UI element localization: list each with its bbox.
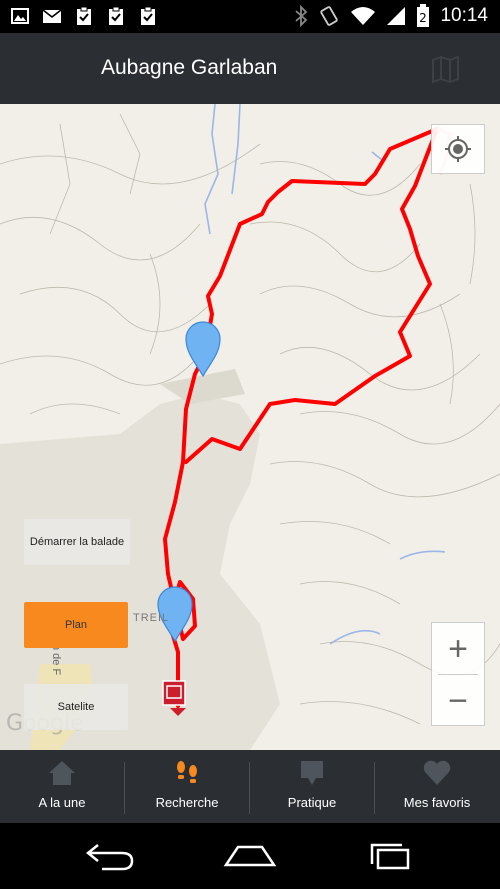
system-nav-bar	[0, 823, 500, 889]
tab-label: Pratique	[287, 795, 337, 810]
road-label: n de F	[50, 644, 62, 676]
tab-recherche[interactable]: Recherche	[125, 750, 249, 823]
mail-icon	[42, 9, 62, 23]
home-icon	[49, 761, 75, 785]
signal-icon	[387, 7, 406, 25]
map-icon[interactable]	[430, 53, 462, 85]
tab-label: Mes favoris	[403, 795, 471, 810]
map-view[interactable]: TREIL n de F Google + − Démarrer la bala…	[0, 104, 500, 750]
zoom-controls: + −	[431, 622, 485, 726]
place-label: TREIL	[133, 612, 170, 624]
back-icon[interactable]	[82, 841, 138, 871]
vibrate-icon	[320, 6, 339, 26]
heart-icon	[423, 760, 451, 785]
clipboard-check-icon	[109, 6, 123, 25]
image-icon	[11, 8, 29, 24]
zoom-in-button[interactable]: +	[432, 623, 484, 675]
clipboard-check-icon	[77, 6, 91, 25]
satellite-button[interactable]: Satelite	[24, 684, 128, 730]
plan-button[interactable]: Plan	[24, 602, 128, 648]
page-title: Aubagne Garlaban	[101, 56, 278, 79]
my-location-icon	[445, 136, 471, 162]
tab-pratique[interactable]: Pratique	[250, 750, 374, 823]
home-icon[interactable]	[222, 841, 278, 871]
bluetooth-icon	[295, 5, 308, 27]
status-bar: 2 10:14	[0, 0, 500, 33]
bottom-tab-bar: A la une Recherche Pratique Mes favoris	[0, 750, 500, 823]
battery-icon: 2	[417, 4, 430, 27]
clipboard-check-icon	[141, 6, 155, 25]
app-bar: Aubagne Garlaban	[0, 33, 500, 104]
wifi-icon	[351, 7, 376, 25]
recent-apps-icon[interactable]	[362, 841, 418, 871]
svg-text:2: 2	[420, 11, 428, 25]
tab-label: A la une	[38, 795, 86, 810]
my-location-button[interactable]	[431, 124, 485, 174]
status-time: 10:14	[440, 5, 488, 26]
waypoint-marker[interactable]	[185, 321, 221, 378]
footprints-icon	[177, 761, 197, 783]
speech-bubble-icon	[301, 761, 323, 785]
tab-label: Recherche	[155, 795, 219, 810]
tab-mes-favoris[interactable]: Mes favoris	[375, 750, 499, 823]
start-walk-button[interactable]: Démarrer la balade	[24, 519, 130, 565]
map-canvas[interactable]	[0, 104, 500, 750]
zoom-divider	[438, 674, 478, 675]
tab-a-la-une[interactable]: A la une	[0, 750, 124, 823]
zoom-out-button[interactable]: −	[432, 675, 484, 727]
